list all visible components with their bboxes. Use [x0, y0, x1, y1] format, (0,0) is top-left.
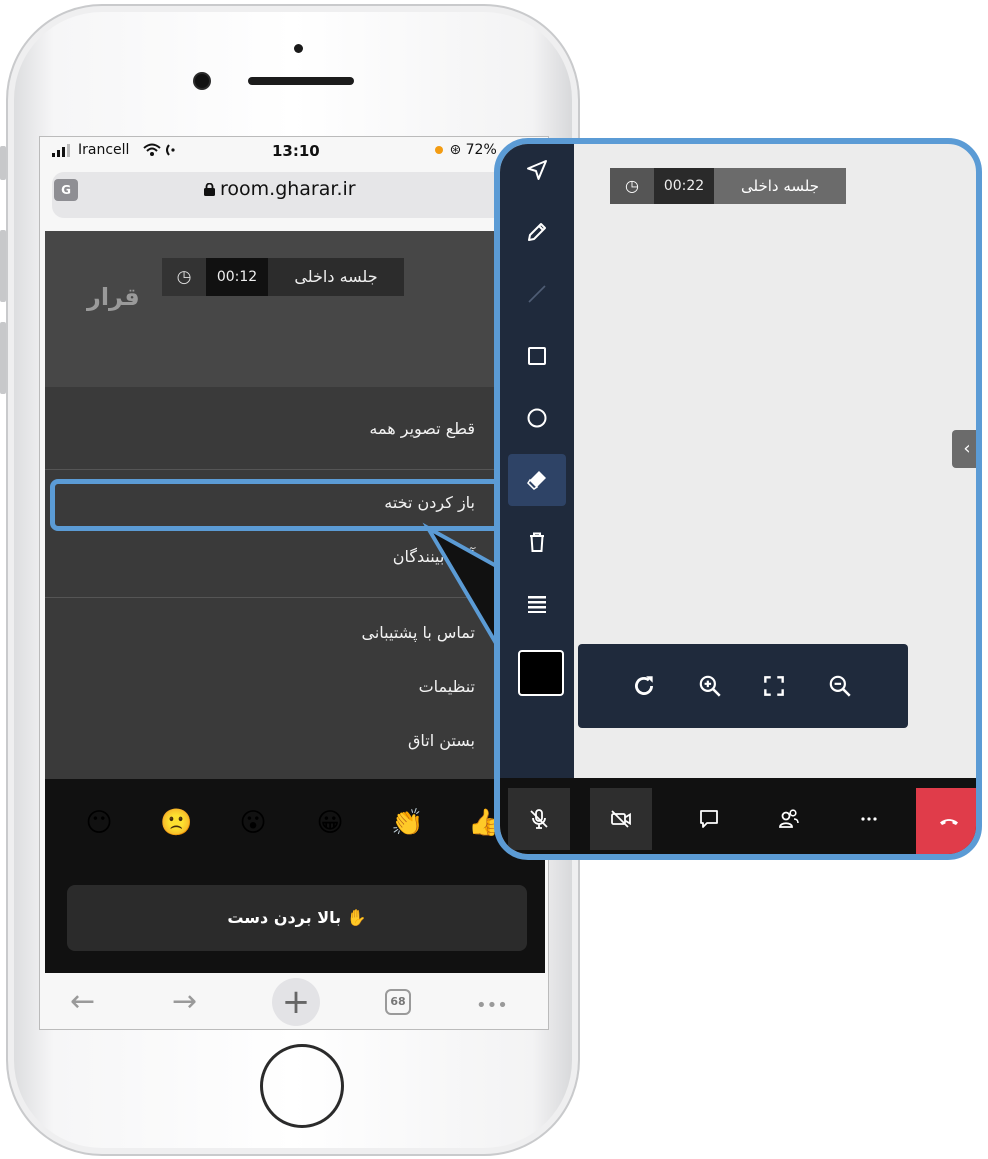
reaction-happy[interactable]: 😀 — [314, 807, 346, 839]
reaction-neutral[interactable]: 😶 — [83, 807, 115, 839]
menu-divider — [45, 597, 545, 598]
zoom-in-icon[interactable] — [694, 670, 726, 702]
video-area: قرار ◷ 00:12 جلسه داخلی — [45, 231, 545, 387]
line-weight-icon[interactable] — [508, 578, 566, 630]
more-menu: قطع تصویر همه باز کردن تخته آمار بینندگا… — [45, 387, 545, 779]
address-bar: G room.gharar.ir — [40, 167, 548, 231]
mute-switch — [0, 146, 6, 180]
chevron-left-icon[interactable]: ‹ — [952, 430, 976, 468]
translate-icon[interactable]: G — [54, 179, 78, 201]
sensor-dot — [294, 44, 303, 53]
emoji-row: 😶 🙁 😮 😀 👏 👍 — [83, 807, 543, 847]
forward-arrow-icon[interactable]: → — [172, 987, 197, 1017]
orientation-lock-icon: ⊛ — [449, 142, 462, 158]
stroke-color-picker[interactable] — [518, 650, 564, 696]
circle-icon[interactable] — [508, 392, 566, 444]
reaction-sad[interactable]: 🙁 — [160, 807, 192, 839]
session-timer: ◷ 00:22 جلسه داخلی — [610, 168, 846, 204]
session-timer: ◷ 00:12 جلسه داخلی — [162, 258, 404, 296]
new-tab-icon[interactable]: + — [272, 978, 320, 1026]
refresh-icon[interactable] — [628, 670, 660, 702]
front-camera — [195, 74, 209, 88]
menu-item-viewer-stats[interactable]: آمار بینندگان — [393, 547, 475, 566]
reactions-panel: 😶 🙁 😮 😀 👏 👍 ✋ بالا بردن دست — [45, 779, 545, 973]
elapsed-time: 00:22 — [654, 168, 714, 204]
wifi-icon — [142, 142, 182, 162]
zoom-out-icon[interactable] — [824, 670, 856, 702]
phone-screen: Irancell 13:10 ⊛ 72% G room.gharar.ir قر… — [39, 136, 549, 1030]
more-icon[interactable]: ••• — [476, 991, 508, 1021]
menu-item-close-room[interactable]: بستن اتاق — [408, 731, 475, 750]
tab-count[interactable]: 68 — [385, 989, 411, 1015]
chat-icon[interactable] — [678, 788, 740, 850]
room-page: قرار ◷ 00:12 جلسه داخلی قطع تصویر همه با… — [45, 231, 545, 973]
whiteboard-zoom-panel: ◷ 00:22 جلسه داخلی ‹ — [494, 138, 982, 860]
status-bar: Irancell 13:10 ⊛ 72% — [40, 137, 548, 167]
call-controls — [500, 778, 976, 854]
clock: 13:10 — [272, 142, 320, 160]
eraser-icon[interactable] — [508, 454, 566, 506]
recording-dot-icon — [435, 146, 443, 154]
raise-hand-icon: ✋ — [346, 908, 367, 927]
browser-toolbar: ← → + 68 ••• — [40, 973, 548, 1029]
speedometer-icon: ◷ — [162, 258, 206, 296]
screenshot-stage: Irancell 13:10 ⊛ 72% G room.gharar.ir قر… — [0, 0, 988, 1159]
raise-hand-button[interactable]: ✋ بالا بردن دست — [67, 885, 527, 951]
speedometer-icon: ◷ — [610, 168, 654, 204]
reaction-surprised[interactable]: 😮 — [237, 807, 269, 839]
volume-down-button — [0, 322, 6, 394]
rectangle-icon[interactable] — [508, 330, 566, 382]
menu-item-settings[interactable]: تنظیمات — [419, 677, 475, 696]
battery-percent: 72% — [465, 142, 497, 158]
back-arrow-icon[interactable]: ← — [70, 987, 95, 1017]
participants-icon[interactable] — [758, 788, 820, 850]
carrier-name: Irancell — [78, 142, 130, 158]
whiteboard-toolbar — [500, 144, 574, 778]
earpiece-speaker — [248, 77, 354, 85]
signal-icon — [52, 144, 70, 157]
pointer-icon[interactable] — [508, 144, 566, 196]
home-button[interactable] — [260, 1044, 344, 1128]
whiteboard-highlight — [50, 479, 504, 531]
trash-icon[interactable] — [508, 516, 566, 568]
session-name: جلسه داخلی — [714, 168, 846, 204]
raise-hand-label: بالا بردن دست — [227, 908, 342, 927]
fullscreen-icon[interactable] — [758, 670, 790, 702]
pencil-icon[interactable] — [508, 206, 566, 258]
video-off-icon[interactable] — [590, 788, 652, 850]
hangup-icon[interactable] — [916, 788, 976, 854]
elapsed-time: 00:12 — [206, 258, 268, 296]
volume-up-button — [0, 230, 6, 302]
menu-item-disable-all-video[interactable]: قطع تصویر همه — [369, 419, 475, 438]
more-icon[interactable] — [838, 788, 900, 850]
reaction-clap[interactable]: 👏 — [391, 807, 423, 839]
url-domain[interactable]: room.gharar.ir — [220, 178, 356, 200]
menu-item-contact-support[interactable]: تماس با پشتیبانی — [362, 623, 475, 642]
zoom-controls — [578, 644, 908, 728]
mic-off-icon[interactable] — [508, 788, 570, 850]
menu-divider — [45, 469, 545, 470]
line-icon[interactable] — [508, 268, 566, 320]
lock-icon — [204, 183, 215, 196]
session-name: جلسه داخلی — [268, 258, 404, 296]
battery-status: ⊛ 72% — [435, 142, 497, 158]
